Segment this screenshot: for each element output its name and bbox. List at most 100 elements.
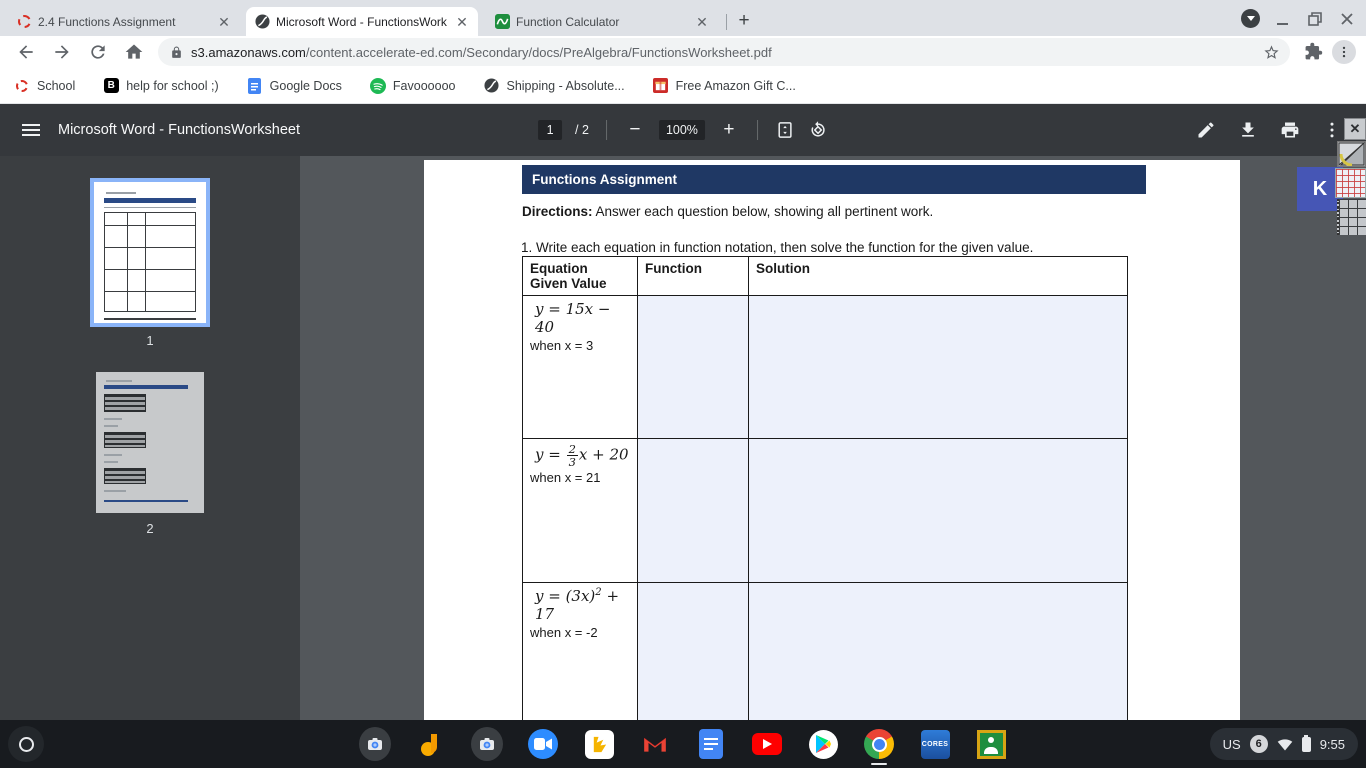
gmail-app-icon[interactable] <box>639 728 671 760</box>
pdf-menu-icon[interactable] <box>22 124 40 136</box>
tab-separator <box>726 14 727 30</box>
shelf: CORES US 6 9:55 <box>0 720 1366 768</box>
reload-icon[interactable] <box>88 42 108 62</box>
dashed-circle-favicon-icon <box>16 14 32 30</box>
fit-to-page-icon[interactable] <box>775 120 795 140</box>
forward-icon[interactable] <box>52 42 72 62</box>
brainly-icon: B <box>103 78 119 94</box>
page-1-thumbnail[interactable] <box>90 178 210 327</box>
overlay-graph-paper-icon[interactable] <box>1335 168 1366 198</box>
chrome-app-icon[interactable] <box>863 728 895 760</box>
wifi-icon <box>1277 739 1292 751</box>
print-icon[interactable] <box>1280 120 1300 140</box>
download-icon[interactable] <box>1238 120 1258 140</box>
table-row: y = 23x + 20 when x = 21 <box>522 438 1128 583</box>
kami-app-icon[interactable] <box>583 728 615 760</box>
pdf-more-options-icon[interactable] <box>1322 120 1342 140</box>
tab-functions-assignment[interactable]: 2.4 Functions Assignment ✕ <box>8 7 240 36</box>
bookmark-shipping[interactable]: Shipping - Absolute... <box>483 78 625 94</box>
home-icon[interactable] <box>124 42 144 62</box>
header-solution: Solution <box>748 256 1128 296</box>
equation-cell: y = 15x − 40 when x = 3 <box>522 295 638 439</box>
close-tab-icon[interactable]: ✕ <box>694 14 710 30</box>
back-icon[interactable] <box>16 42 36 62</box>
new-tab-button[interactable]: + <box>733 10 755 32</box>
active-app-indicator <box>871 763 887 765</box>
tab-functions-worksheet-pdf[interactable]: Microsoft Word - FunctionsWork ✕ <box>246 7 478 36</box>
solution-cell[interactable] <box>748 582 1128 720</box>
google-classroom-app-icon[interactable] <box>975 728 1007 760</box>
function-cell[interactable] <box>637 438 749 583</box>
cores-app-icon[interactable]: CORES <box>919 728 951 760</box>
minimize-window-icon[interactable] <box>1274 10 1292 28</box>
overlay-table-grid-icon[interactable] <box>1337 199 1366 235</box>
solution-cell[interactable] <box>748 438 1128 583</box>
browser-menu-icon[interactable] <box>1332 40 1356 64</box>
function-cell[interactable] <box>637 582 749 720</box>
window-controls <box>1241 9 1356 28</box>
bookmark-google-docs[interactable]: Google Docs <box>247 77 342 94</box>
bookmark-help-for-school[interactable]: B help for school ;) <box>103 78 219 94</box>
tab-title: Microsoft Word - FunctionsWork <box>276 14 447 29</box>
google-play-app-icon[interactable] <box>807 728 839 760</box>
close-tab-icon[interactable]: ✕ <box>454 14 470 30</box>
page-total: / 2 <box>575 123 589 137</box>
bookmark-star-icon[interactable] <box>1263 44 1280 61</box>
status-tray[interactable]: US 6 9:55 <box>1209 728 1358 760</box>
pdf-page: Functions Assignment Directions: Answer … <box>424 160 1240 720</box>
dashed-circle-icon <box>14 78 30 94</box>
page-number-input[interactable]: 1 <box>538 120 563 140</box>
jamboard-app-icon[interactable] <box>415 728 447 760</box>
table-row: y = 15x − 40 when x = 3 <box>522 295 1128 439</box>
spotify-icon <box>369 77 386 94</box>
tab-title: Function Calculator <box>516 14 620 29</box>
question-text: 1. Write each equation in function notat… <box>521 240 1034 255</box>
page-1-label: 1 <box>146 333 154 348</box>
lock-icon <box>172 46 181 58</box>
header-equation-given-value: Equation Given Value <box>522 256 638 296</box>
launcher-button[interactable] <box>8 726 44 762</box>
bookmarks-bar: School B help for school ;) Google Docs … <box>0 68 1366 104</box>
globe-favicon-icon <box>254 14 270 30</box>
restore-window-icon[interactable] <box>1306 10 1324 28</box>
keyboard-layout: US <box>1222 736 1241 752</box>
zoom-in-icon[interactable]: + <box>718 119 740 141</box>
pdf-title: Microsoft Word - FunctionsWorksheet <box>58 122 301 138</box>
screen-capture-app-icon[interactable] <box>471 727 503 761</box>
overlay-triangle-tool-icon[interactable] <box>1337 141 1366 167</box>
close-tab-icon[interactable]: ✕ <box>216 14 232 30</box>
pdf-viewer[interactable]: Functions Assignment Directions: Answer … <box>300 156 1366 720</box>
screen: 2.4 Functions Assignment ✕ Microsoft Wor… <box>0 0 1366 768</box>
zoom-app-icon[interactable] <box>527 728 559 760</box>
google-docs-app-icon[interactable] <box>695 728 727 760</box>
rotate-icon[interactable] <box>808 120 828 140</box>
pdf-thumbnail-sidebar: 1 2 <box>0 156 300 720</box>
youtube-app-icon[interactable] <box>751 728 783 760</box>
header-function: Function <box>637 256 749 296</box>
browser-toolbar: s3.amazonaws.com/content.accelerate-ed.c… <box>0 36 1366 68</box>
bookmark-amazon-gift[interactable]: Free Amazon Gift C... <box>653 78 796 94</box>
page-2-thumbnail[interactable] <box>96 372 204 513</box>
zoom-level[interactable]: 100% <box>658 120 705 140</box>
desmos-favicon-icon <box>494 14 510 30</box>
url-path: /content.accelerate-ed.com/Secondary/doc… <box>305 44 772 60</box>
overlay-close-icon[interactable]: ✕ <box>1344 118 1366 140</box>
tab-search-icon[interactable] <box>1241 9 1260 28</box>
zoom-out-icon[interactable]: − <box>624 119 646 141</box>
url-domain: s3.amazonaws.com <box>191 44 306 60</box>
equation-cell: y = (3x)2 + 17 when x = -2 <box>522 582 638 720</box>
bookmark-spotify[interactable]: Favoooooo <box>369 77 455 94</box>
address-bar[interactable]: s3.amazonaws.com/content.accelerate-ed.c… <box>158 38 1290 66</box>
close-window-icon[interactable] <box>1338 10 1356 28</box>
function-cell[interactable] <box>637 295 749 439</box>
tab-function-calculator[interactable]: Function Calculator ✕ <box>486 7 718 36</box>
directions-text: Directions: Answer each question below, … <box>522 204 934 219</box>
annotate-pencil-icon[interactable] <box>1196 120 1216 140</box>
table-header-row: Equation Given Value Function Solution <box>522 256 1128 296</box>
extensions-puzzle-icon[interactable] <box>1304 42 1324 62</box>
solution-cell[interactable] <box>748 295 1128 439</box>
bookmark-school[interactable]: School <box>14 78 75 94</box>
notification-count-badge: 6 <box>1249 735 1268 753</box>
camera-app-icon[interactable] <box>359 727 391 761</box>
tab-title: 2.4 Functions Assignment <box>38 14 176 29</box>
